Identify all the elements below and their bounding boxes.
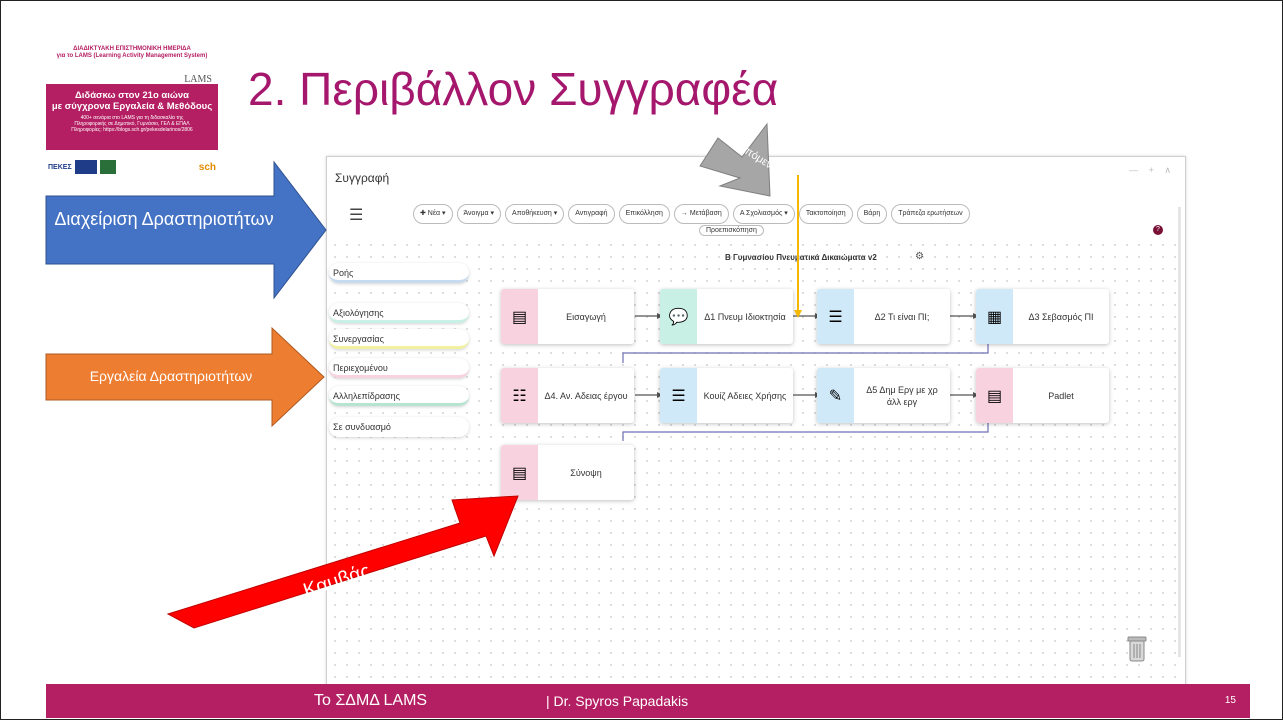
red-arrow-shape <box>166 495 519 629</box>
yellow-pointer-head <box>794 310 802 318</box>
page-number: 15 <box>1224 695 1236 706</box>
callout-blue-label: Διαχείριση Δραστηριοτήτων <box>54 209 274 229</box>
footer-author: | Dr. Spyros Papadakis <box>546 693 689 709</box>
callout-arrows <box>45 122 802 629</box>
slide-footer: Το ΣΔΜΔ LAMS | Dr. Spyros Papadakis 15 <box>46 684 1250 718</box>
footer-title: Το ΣΔΜΔ LAMS <box>314 692 428 709</box>
callout-orange-label: Εργαλεία Δραστηριοτήτων <box>89 368 253 384</box>
